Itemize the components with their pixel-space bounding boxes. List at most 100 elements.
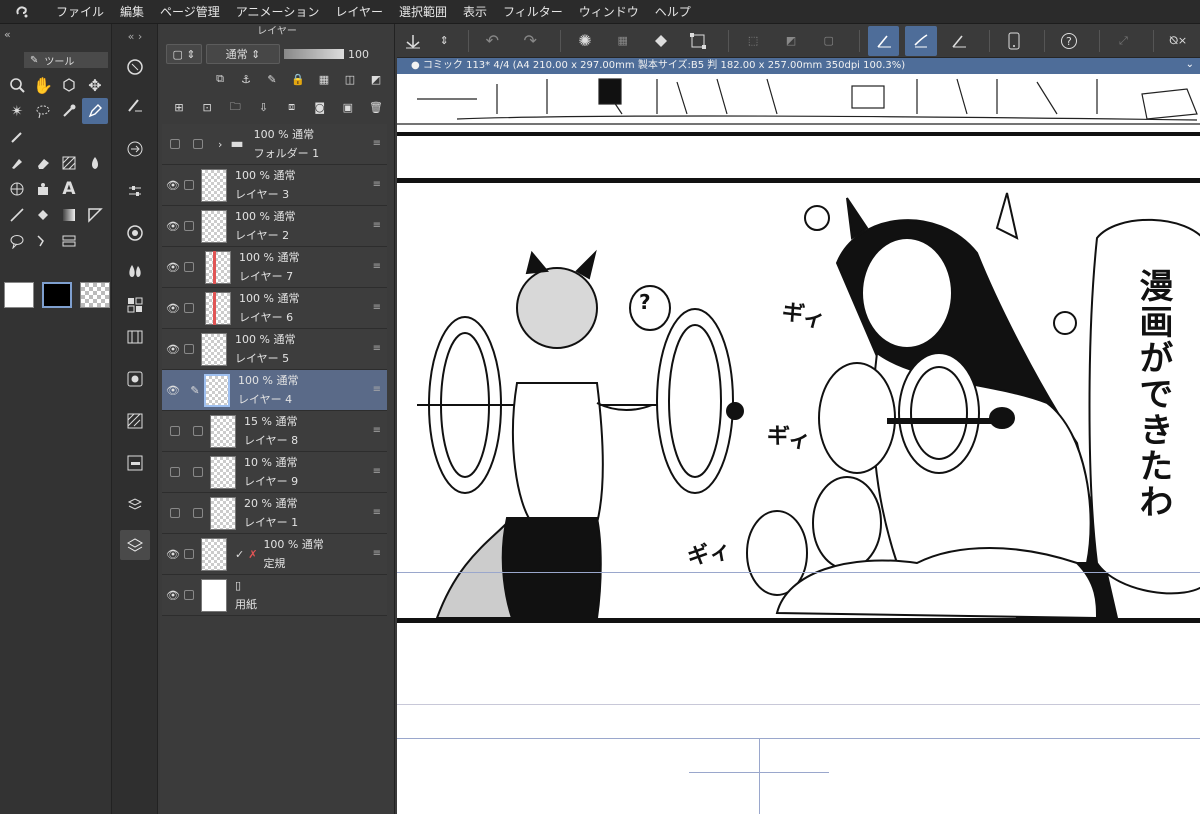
select-checkbox[interactable] (184, 549, 194, 559)
color-mix-icon[interactable] (120, 256, 150, 286)
material-icon[interactable] (120, 490, 150, 520)
item-bank-icon[interactable] (120, 448, 150, 478)
select-checkbox[interactable] (184, 344, 194, 354)
expand-icon[interactable]: ⤢ (1107, 26, 1139, 56)
layer-type-select[interactable]: ▢ ⇕ (166, 44, 202, 64)
zoom-icon[interactable] (4, 72, 30, 98)
new-vector-layer-icon[interactable]: ⊡ (198, 98, 216, 116)
draft-icon[interactable]: ✎ (263, 70, 281, 88)
menu-help[interactable]: ヘルプ (647, 0, 699, 24)
select-checkbox[interactable] (184, 303, 194, 313)
layer-menu-icon[interactable]: ≡ (373, 261, 381, 272)
transparent-swatch[interactable] (80, 282, 110, 308)
mask-icon[interactable]: ◙ (311, 98, 329, 116)
app-logo-icon[interactable] (0, 0, 48, 24)
layer-row[interactable]: 👁 100 % 通常 レイヤー 5 ≡ (162, 329, 387, 370)
snap-special-ruler-icon[interactable] (905, 25, 938, 56)
eye-icon[interactable]: 👁 (162, 179, 184, 192)
eyedropper-icon[interactable] (56, 98, 82, 124)
opacity-value[interactable]: 100 (348, 48, 369, 61)
lock-transparency-icon[interactable]: ▦ (315, 70, 333, 88)
clear-icon[interactable]: ▦ (607, 26, 639, 56)
visibility-checkbox[interactable] (170, 426, 180, 436)
chevron-right-icon[interactable]: › (218, 138, 222, 151)
color-circle-icon[interactable] (120, 218, 150, 248)
loading-icon[interactable]: ✺ (569, 26, 601, 56)
page-switch-icon[interactable]: ⇕ (435, 26, 454, 56)
pen-tool-icon[interactable] (82, 98, 108, 124)
visibility-checkbox[interactable] (170, 467, 180, 477)
white-swatch[interactable] (4, 282, 34, 308)
history-icon[interactable] (120, 134, 150, 164)
smartphone-icon[interactable] (998, 26, 1030, 56)
opacity-slider[interactable] (284, 49, 344, 59)
fill-icon[interactable] (30, 202, 56, 228)
fill-bucket-icon[interactable] (645, 26, 677, 56)
menu-page[interactable]: ページ管理 (152, 0, 228, 24)
layer-row[interactable]: 👁 100 % 通常 レイヤー 6 ≡ (162, 288, 387, 329)
help-icon[interactable]: ? (1053, 26, 1085, 56)
brush-icon[interactable] (4, 150, 30, 176)
balloon-icon[interactable] (4, 228, 30, 254)
layer-panel-icon[interactable] (120, 530, 150, 560)
menu-edit[interactable]: 編集 (112, 0, 152, 24)
snap-grid-icon[interactable] (943, 26, 975, 56)
select-checkbox[interactable] (193, 426, 203, 436)
menu-view[interactable]: 表示 (455, 0, 495, 24)
layer-menu-icon[interactable]: ≡ (373, 507, 381, 518)
select-checkbox[interactable] (193, 508, 203, 518)
collapse-icon[interactable]: « › (120, 28, 150, 44)
select-checkbox[interactable] (184, 590, 194, 600)
visibility-checkbox[interactable] (170, 139, 180, 149)
color-set-icon[interactable] (120, 290, 150, 320)
reference-icon[interactable]: ⚓ (237, 70, 255, 88)
layer-row[interactable]: 👁 100 % 通常 レイヤー 2 ≡ (162, 206, 387, 247)
layer-menu-icon[interactable]: ≡ (373, 425, 381, 436)
lock-icon[interactable]: 🔒 (289, 70, 307, 88)
chevron-down-icon[interactable]: ⌄ (1186, 59, 1194, 70)
layer-property-icon[interactable] (120, 364, 150, 394)
eye-icon[interactable]: 👁 (162, 302, 184, 315)
snap-ruler-icon[interactable] (867, 25, 900, 56)
layer-menu-icon[interactable]: ≡ (373, 302, 381, 313)
layer-menu-icon[interactable]: ≡ (373, 466, 381, 477)
apply-mask-icon[interactable]: ▣ (339, 98, 357, 116)
layer-search-icon[interactable] (120, 406, 150, 436)
visibility-checkbox[interactable] (170, 508, 180, 518)
transfer-down-icon[interactable]: ⇩ (254, 98, 272, 116)
layer-menu-icon[interactable]: ≡ (373, 548, 381, 559)
menu-file[interactable]: ファイル (48, 0, 112, 24)
select-checkbox[interactable] (193, 139, 203, 149)
layer-menu-icon[interactable]: ≡ (373, 138, 381, 149)
auto-select-icon[interactable]: ✴ (4, 98, 30, 124)
ruler-icon[interactable] (82, 202, 108, 228)
document-tab[interactable]: ● コミック 113* 4/4 (A4 210.00 x 297.00mm 製本… (397, 58, 1200, 74)
save-icon[interactable] (397, 26, 429, 56)
lasso-icon[interactable] (30, 98, 56, 124)
settings-close-icon[interactable]: ⦰× (1162, 26, 1194, 56)
blend-icon[interactable] (82, 150, 108, 176)
blend-mode-select[interactable]: 通常 ⇕ (206, 44, 280, 64)
invert-selection-icon[interactable]: ◩ (775, 26, 807, 56)
line-icon[interactable] (4, 202, 30, 228)
deselect-icon[interactable]: ⬚ (737, 26, 769, 56)
gradient-icon[interactable] (56, 202, 82, 228)
hand-icon[interactable]: ✋ (30, 72, 56, 98)
tool-tab[interactable]: ✎ ツール (24, 52, 108, 68)
show-selection-icon[interactable]: ▢ (813, 26, 845, 56)
layer-row[interactable]: 👁 100 % 通常 レイヤー 7 ≡ (162, 247, 387, 288)
layer-row-folder[interactable]: › ▬ 100 % 通常 フォルダー 1 ≡ (162, 124, 387, 165)
pencil-icon[interactable] (4, 124, 30, 150)
menu-layer[interactable]: レイヤー (327, 0, 391, 24)
sub-tool-detail-icon[interactable] (120, 90, 150, 120)
menu-filter[interactable]: フィルター (495, 0, 571, 24)
mask-enable-icon[interactable]: ◫ (341, 70, 359, 88)
layer-menu-icon[interactable]: ≡ (373, 384, 381, 395)
frame-icon[interactable] (56, 228, 82, 254)
move-icon[interactable]: ✥ (82, 72, 108, 98)
layer-menu-icon[interactable]: ≡ (373, 179, 381, 190)
layer-row-selected[interactable]: 👁 ✎ 100 % 通常 レイヤー 4 ≡ (162, 370, 387, 411)
layer-row[interactable]: 👁 100 % 通常 レイヤー 3 ≡ (162, 165, 387, 206)
eye-icon[interactable]: 👁 (162, 589, 184, 602)
grid-icon[interactable] (4, 176, 30, 202)
